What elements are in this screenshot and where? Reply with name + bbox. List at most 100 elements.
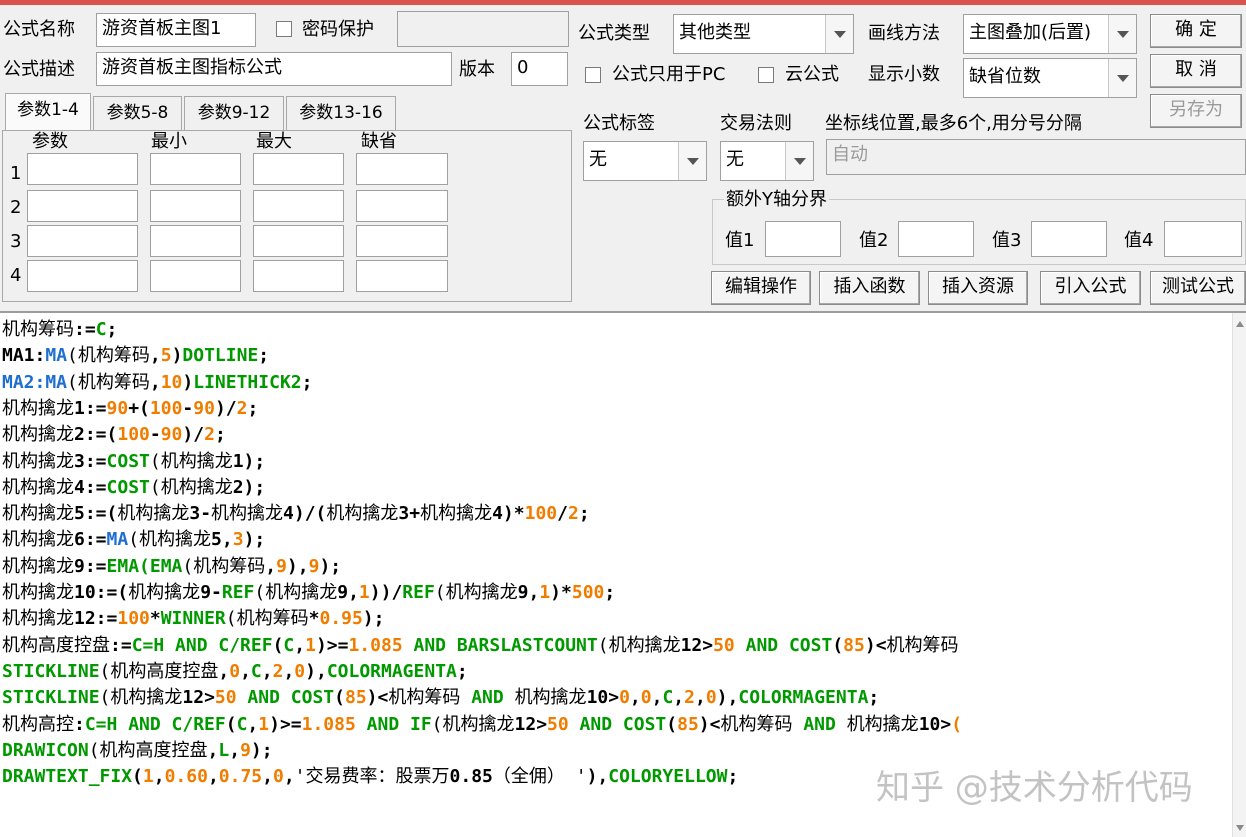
save-as-button[interactable]: 另存为 [1150,94,1242,128]
password-input[interactable] [397,11,569,47]
code-token: , [694,687,706,709]
code-token: , [207,766,219,788]
param-3-default[interactable] [356,225,448,257]
draw-method-select[interactable]: 主图叠加(后置) [963,14,1137,54]
chevron-down-icon[interactable] [678,142,706,180]
code-line[interactable]: 机构擒龙1:=90+(100-90)/2; [2,396,258,422]
code-token: 机构擒龙 [2,608,74,630]
code-line[interactable]: 机构擒龙3:=COST(机构擒龙1); [2,449,265,475]
param-3-min[interactable] [150,225,241,257]
insert-resource-button[interactable]: 插入资源 [928,271,1028,305]
code-token: ); [362,608,385,630]
param-1-max[interactable] [253,153,344,185]
insert-function-button[interactable]: 插入函数 [819,271,920,305]
formula-name-input[interactable]: 游资首板主图1 [96,13,256,47]
code-token: * [149,608,161,630]
param-2-default[interactable] [356,190,448,222]
tab-params-1-4[interactable]: 参数1-4 [5,93,91,131]
param-3-max[interactable] [253,225,344,257]
cloud-formula-label: 云公式 [785,64,839,85]
code-token: C [236,713,248,735]
value-3-input[interactable] [1031,221,1107,257]
code-token: EMA(EMA [106,555,183,577]
chevron-down-icon[interactable] [785,142,813,180]
param-2-min[interactable] [150,190,241,222]
edit-operations-button[interactable]: 编辑操作 [711,271,811,305]
code-token: (机构擒龙 [434,582,518,603]
param-4-default[interactable] [356,260,448,292]
ok-button[interactable]: 确 定 [1150,14,1242,48]
code-line[interactable]: 机构高度控盘:=C=H AND C/REF(C,1)>=1.085 AND BA… [2,633,959,659]
pc-only-checkbox[interactable] [585,67,601,83]
param-4-name[interactable] [27,260,138,292]
param-1-default[interactable] [356,153,448,185]
code-line[interactable]: DRAWICON(机构高度控盘,L,9); [2,738,273,764]
param-1-name[interactable] [27,153,138,185]
value-4-input[interactable] [1164,221,1242,257]
version-input[interactable]: 0 [511,52,568,86]
code-line[interactable]: 机构擒龙10:=(机构擒龙9-REF(机构擒龙9,1))/REF(机构擒龙9,1… [2,580,615,606]
scroll-up-icon[interactable] [1236,321,1244,327]
code-token: 100 [524,503,558,525]
code-line[interactable]: 机构筹码:=C; [2,317,117,343]
chevron-down-icon[interactable] [825,15,853,53]
code-token: 机构擒龙 [2,424,74,446]
axis-lines-input[interactable]: 自动 [826,139,1246,175]
code-token: 0 [272,766,284,788]
cloud-formula-checkbox[interactable] [758,67,774,83]
code-token: 3- [189,503,212,525]
trade-rule-select[interactable]: 无 [720,141,814,181]
code-token: 100 [117,608,150,630]
formula-tag-select[interactable]: 无 [583,141,707,181]
tab-params-9-12[interactable]: 参数9-12 [184,96,284,130]
decimal-select[interactable]: 缺省位数 [963,58,1137,98]
param-3-name[interactable] [27,225,138,257]
code-token: 500 [571,582,605,603]
param-2-name[interactable] [27,190,138,222]
param-4-min[interactable] [150,260,241,292]
chevron-down-icon[interactable] [1108,15,1136,53]
code-line[interactable]: DRAWTEXT_FIX(1,0.60,0.75,0,'交易费率：股票万0.85… [2,764,738,790]
code-line[interactable]: STICKLINE(机构高度控盘,0,C,2,0),COLORMAGENTA; [2,659,468,685]
code-token: (机构筹码 [67,371,150,393]
code-token: MA2:MA [2,371,68,393]
tab-params-5-8[interactable]: 参数5-8 [93,96,182,130]
code-line[interactable]: MA2:MA(机构筹码,10)LINETHICK2; [2,370,312,396]
value-2-input[interactable] [898,221,974,257]
code-token: ), [716,687,739,709]
code-line[interactable]: 机构擒龙12:=100*WINNER(机构筹码*0.95); [2,606,384,632]
chevron-down-icon[interactable] [1108,59,1136,97]
cancel-button[interactable]: 取 消 [1150,54,1242,88]
code-token: ( [832,634,844,656]
formula-desc-input[interactable]: 游资首板主图指标公式 [96,52,452,86]
formula-code-editor[interactable]: 机构筹码:=C; MA1:MA(机构筹码,5)DOTLINE; MA2:MA(机构筹… [0,311,1246,837]
code-token: 0.60 [164,766,208,788]
param-4-max[interactable] [253,260,344,292]
code-token: COLORMAGENTA [326,660,457,682]
formula-type-select[interactable]: 其他类型 [673,14,854,54]
code-token: AND BARSLASTCOUNT [402,634,598,656]
code-line[interactable]: 机构擒龙5:=(机构擒龙3-机构擒龙4)/(机构擒龙3+机构擒龙4)*100/2… [2,501,590,527]
password-protect-checkbox[interactable] [276,21,292,37]
tab-params-13-16[interactable]: 参数13-16 [286,96,396,130]
test-formula-button[interactable]: 测试公式 [1150,271,1246,305]
code-line[interactable]: 机构擒龙2:=(100-90)/2; [2,422,226,448]
code-token: 50 [214,687,237,709]
code-line[interactable]: MA1:MA(机构筹码,5)DOTLINE; [2,343,269,369]
param-2-max[interactable] [253,190,344,222]
code-token: 机构擒龙 [2,503,74,525]
code-line[interactable]: 机构擒龙4:=COST(机构擒龙2); [2,475,265,501]
scroll-down-icon[interactable] [1236,825,1244,831]
param-1-min[interactable] [150,153,241,185]
code-line[interactable]: 机构高控:C=H AND C/REF(C,1)>=1.085 AND IF(机构… [2,712,962,738]
code-line[interactable]: 机构擒龙6:=MA(机构擒龙5,3); [2,527,265,553]
code-line[interactable]: 机构擒龙9:=EMA(EMA(机构筹码,9),9); [2,554,341,580]
formula-tag-value: 无 [589,149,607,170]
code-token: C [283,634,295,656]
value-1-input[interactable] [765,221,841,257]
import-formula-button[interactable]: 引入公式 [1040,271,1141,305]
editor-scrollbar[interactable] [1232,313,1246,837]
code-line[interactable]: STICKLINE(机构擒龙12>50 AND COST(85)<机构筹码 AN… [2,685,879,711]
code-token: 1.085 [348,634,403,656]
code-token: 1 [539,582,551,603]
